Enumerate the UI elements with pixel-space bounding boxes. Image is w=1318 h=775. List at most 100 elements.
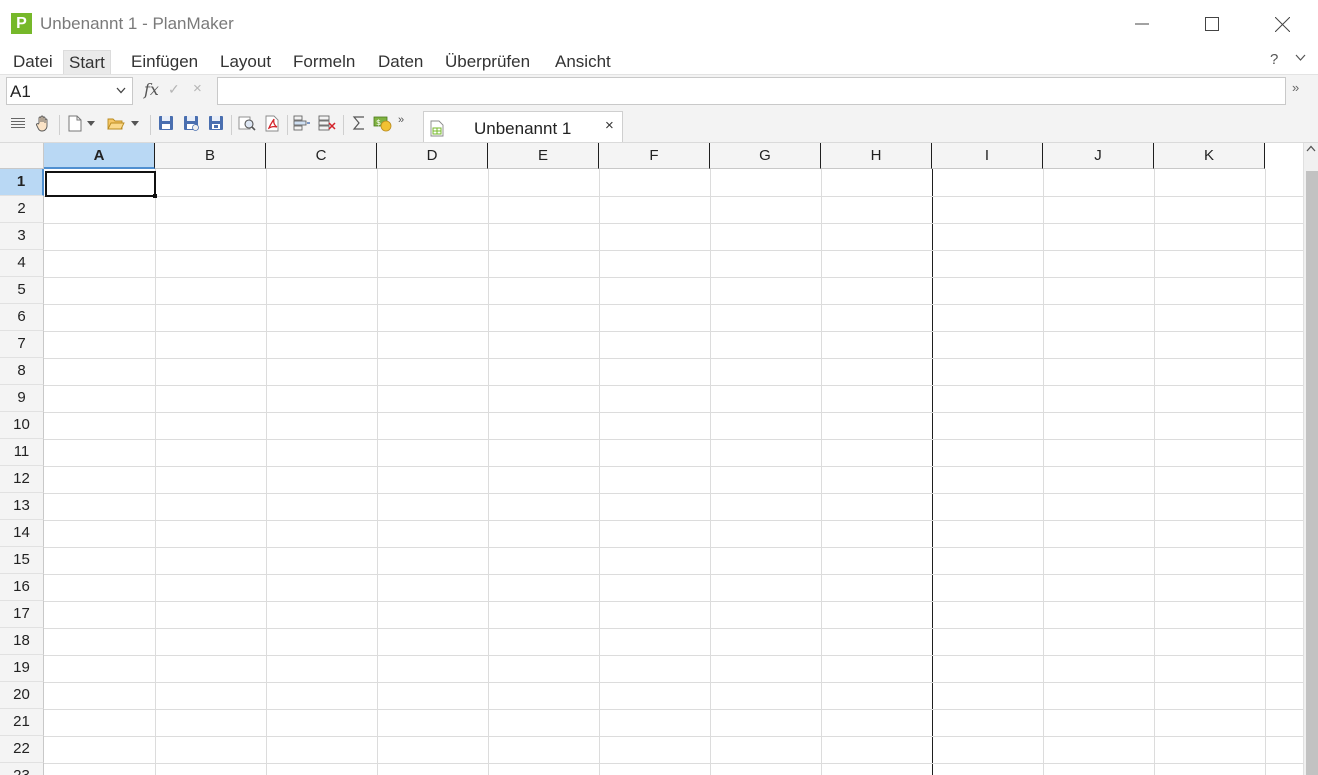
- row-header-1[interactable]: 1: [0, 169, 44, 196]
- column-header-h[interactable]: H: [821, 143, 932, 169]
- menu-item-ansicht[interactable]: Ansicht: [550, 50, 616, 74]
- cell-reference-box[interactable]: A1: [6, 77, 133, 105]
- row-header-23[interactable]: 23: [0, 763, 44, 775]
- row-header-17[interactable]: 17: [0, 601, 44, 628]
- minimize-button[interactable]: [1107, 0, 1177, 48]
- row-gridline: [44, 574, 1303, 575]
- accept-formula-button[interactable]: ✓: [168, 81, 180, 98]
- row-header-6[interactable]: 6: [0, 304, 44, 331]
- row-header-21[interactable]: 21: [0, 709, 44, 736]
- row-header-19[interactable]: 19: [0, 655, 44, 682]
- row-gridline: [44, 628, 1303, 629]
- column-gridline: [710, 169, 711, 775]
- help-button[interactable]: ?: [1270, 51, 1278, 68]
- document-tab-close-button[interactable]: ×: [605, 117, 614, 134]
- column-header-k[interactable]: K: [1154, 143, 1265, 169]
- new-document-dropdown-icon[interactable]: [85, 113, 97, 133]
- row-header-20[interactable]: 20: [0, 682, 44, 709]
- scroll-up-arrow-icon[interactable]: [1306, 145, 1316, 152]
- row-header-4[interactable]: 4: [0, 250, 44, 277]
- row-gridline: [44, 223, 1303, 224]
- ribbon-toggle-button[interactable]: [1295, 51, 1306, 65]
- row-gridline: [44, 763, 1303, 764]
- row-gridline: [44, 331, 1303, 332]
- save-all-icon[interactable]: [206, 113, 226, 133]
- row-gridline: [44, 601, 1303, 602]
- document-tab[interactable]: Unbenannt 1 ×: [423, 111, 623, 142]
- menu-item-start[interactable]: Start: [63, 50, 111, 75]
- new-document-icon[interactable]: [65, 113, 85, 133]
- formula-bar: A1 fx ✓ × »: [0, 74, 1318, 109]
- spreadsheet-document-icon: [430, 120, 444, 137]
- menu-item-layout[interactable]: Layout: [215, 50, 276, 74]
- formula-input[interactable]: [217, 77, 1286, 105]
- column-header-j[interactable]: J: [1043, 143, 1154, 169]
- menu-item-formeln[interactable]: Formeln: [288, 50, 360, 74]
- currency-format-icon[interactable]: $: [373, 113, 393, 133]
- row-header-22[interactable]: 22: [0, 736, 44, 763]
- window-title: Unbenannt 1 - PlanMaker: [40, 14, 234, 33]
- row-header-3[interactable]: 3: [0, 223, 44, 250]
- menu-item-datei[interactable]: Datei: [8, 50, 58, 74]
- row-header-10[interactable]: 10: [0, 412, 44, 439]
- column-header-d[interactable]: D: [377, 143, 488, 169]
- row-gridline: [44, 709, 1303, 710]
- active-cell-a1[interactable]: [45, 171, 157, 198]
- autosum-icon[interactable]: [349, 113, 369, 133]
- select-all-corner[interactable]: [0, 143, 44, 169]
- toolbar-overflow-button[interactable]: »: [394, 110, 408, 130]
- delete-cells-icon[interactable]: [317, 113, 337, 133]
- save-as-icon[interactable]: [181, 113, 201, 133]
- row-header-18[interactable]: 18: [0, 628, 44, 655]
- save-icon[interactable]: [156, 113, 176, 133]
- formula-bar-overflow-button[interactable]: »: [1292, 80, 1299, 95]
- row-header-12[interactable]: 12: [0, 466, 44, 493]
- print-preview-icon[interactable]: [237, 113, 257, 133]
- row-header-16[interactable]: 16: [0, 574, 44, 601]
- column-header-g[interactable]: G: [710, 143, 821, 169]
- toolbar: $ » Unbenannt 1 ×: [0, 108, 1318, 143]
- row-header-5[interactable]: 5: [0, 277, 44, 304]
- row-header-11[interactable]: 11: [0, 439, 44, 466]
- toolbar-separator: [231, 115, 232, 135]
- row-header-13[interactable]: 13: [0, 493, 44, 520]
- row-gridline: [44, 736, 1303, 737]
- export-pdf-icon[interactable]: [262, 113, 282, 133]
- menu-item-einfuegen[interactable]: Einfügen: [126, 50, 203, 74]
- open-dropdown-icon[interactable]: [129, 113, 141, 133]
- spreadsheet-grid[interactable]: ABCDEFGHIJK 1 2 3 4 5 6 7 8 9 10 11 12 13 14 15 16 17 18 1…: [0, 143, 1303, 775]
- chevron-down-icon[interactable]: [116, 87, 126, 94]
- document-tab-label: Unbenannt 1: [474, 119, 572, 138]
- row-header-9[interactable]: 9: [0, 385, 44, 412]
- column-header-f[interactable]: F: [599, 143, 710, 169]
- scrollbar-thumb[interactable]: [1306, 171, 1318, 775]
- vertical-scrollbar[interactable]: [1303, 143, 1318, 775]
- column-header-e[interactable]: E: [488, 143, 599, 169]
- row-header-14[interactable]: 14: [0, 520, 44, 547]
- row-header-7[interactable]: 7: [0, 331, 44, 358]
- row-header-2[interactable]: 2: [0, 196, 44, 223]
- column-gridline: [155, 169, 156, 775]
- close-button[interactable]: [1247, 0, 1317, 48]
- column-header-i[interactable]: I: [932, 143, 1043, 169]
- row-gridline: [44, 547, 1303, 548]
- column-header-b[interactable]: B: [155, 143, 266, 169]
- menu-item-ueberpruefen[interactable]: Überprüfen: [440, 50, 535, 74]
- menu-lines-icon[interactable]: [8, 113, 28, 133]
- insert-function-button[interactable]: fx: [144, 80, 159, 99]
- maximize-button[interactable]: [1177, 0, 1247, 48]
- row-gridline: [44, 277, 1303, 278]
- row-header-15[interactable]: 15: [0, 547, 44, 574]
- row-header-8[interactable]: 8: [0, 358, 44, 385]
- hand-icon[interactable]: [33, 113, 53, 133]
- column-header-a[interactable]: A: [44, 143, 155, 169]
- toolbar-separator: [150, 115, 151, 135]
- planmaker-app-icon[interactable]: P: [11, 13, 32, 34]
- open-folder-icon[interactable]: [106, 113, 126, 133]
- menu-item-daten[interactable]: Daten: [373, 50, 428, 74]
- row-gridline: [44, 196, 1303, 197]
- insert-cells-icon[interactable]: [292, 113, 312, 133]
- column-header-c[interactable]: C: [266, 143, 377, 169]
- fill-handle[interactable]: [153, 194, 157, 198]
- cancel-formula-button[interactable]: ×: [193, 80, 202, 97]
